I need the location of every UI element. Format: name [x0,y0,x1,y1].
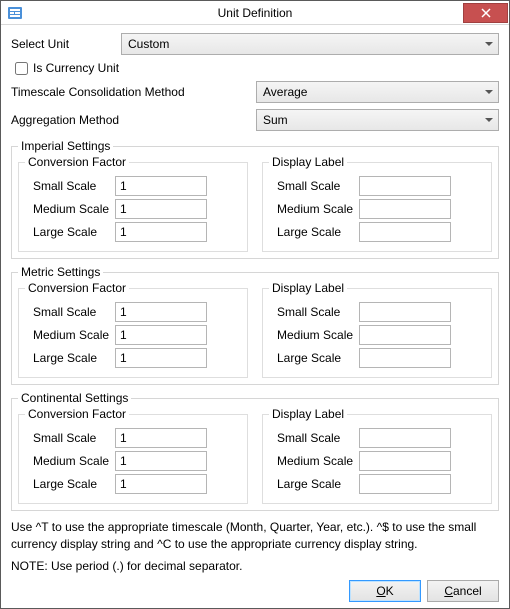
small-scale-label: Small Scale [25,179,115,193]
client-area: Select Unit Custom Is Currency Unit Time… [1,25,509,608]
metric-dl-large-input[interactable] [359,348,451,368]
imperial-dl-large-input[interactable] [359,222,451,242]
imperial-dl-small-input[interactable] [359,176,451,196]
unit-definition-dialog: Unit Definition Select Unit Custom Is Cu… [0,0,510,609]
aggregation-method-label: Aggregation Method [11,113,256,127]
large-scale-label: Large Scale [269,351,359,365]
titlebar: Unit Definition [1,1,509,25]
continental-dl-small-input[interactable] [359,428,451,448]
small-scale-label: Small Scale [269,179,359,193]
footer-note-2: NOTE: Use period (.) for decimal separat… [11,558,499,574]
medium-scale-label: Medium Scale [25,454,115,468]
display-label-legend: Display Label [269,281,347,295]
imperial-cf-small-input[interactable] [115,176,207,196]
metric-settings-group: Metric Settings Conversion Factor Small … [11,265,499,385]
select-unit-dropdown[interactable]: Custom [121,33,499,55]
continental-cf-small-input[interactable] [115,428,207,448]
ok-button[interactable]: OK [349,580,421,602]
imperial-settings-group: Imperial Settings Conversion Factor Smal… [11,139,499,259]
aggregation-method-dropdown[interactable]: Sum [256,109,499,131]
app-icon [7,5,23,21]
imperial-conversion-factor-group: Conversion Factor Small Scale Medium Sca… [18,155,248,252]
small-scale-label: Small Scale [25,431,115,445]
display-label-legend: Display Label [269,155,347,169]
large-scale-label: Large Scale [25,477,115,491]
is-currency-checkbox-wrap[interactable]: Is Currency Unit [15,61,499,75]
metric-display-label-group: Display Label Small Scale Medium Scale L… [262,281,492,378]
select-unit-label: Select Unit [11,37,121,51]
small-scale-label: Small Scale [25,305,115,319]
cancel-button[interactable]: Cancel [427,580,499,602]
is-currency-checkbox[interactable] [15,62,28,75]
medium-scale-label: Medium Scale [25,202,115,216]
continental-conversion-factor-group: Conversion Factor Small Scale Medium Sca… [18,407,248,504]
medium-scale-label: Medium Scale [25,328,115,342]
close-icon [481,8,491,18]
continental-cf-medium-input[interactable] [115,451,207,471]
metric-conversion-factor-group: Conversion Factor Small Scale Medium Sca… [18,281,248,378]
conversion-factor-legend: Conversion Factor [25,155,129,169]
window-title: Unit Definition [1,6,509,20]
metric-cf-small-input[interactable] [115,302,207,322]
continental-dl-large-input[interactable] [359,474,451,494]
metric-cf-medium-input[interactable] [115,325,207,345]
metric-dl-small-input[interactable] [359,302,451,322]
medium-scale-label: Medium Scale [269,202,359,216]
continental-settings-legend: Continental Settings [18,391,131,405]
imperial-display-label-group: Display Label Small Scale Medium Scale L… [262,155,492,252]
display-label-legend: Display Label [269,407,347,421]
continental-cf-large-input[interactable] [115,474,207,494]
small-scale-label: Small Scale [269,431,359,445]
imperial-cf-large-input[interactable] [115,222,207,242]
continental-settings-group: Continental Settings Conversion Factor S… [11,391,499,511]
conversion-factor-legend: Conversion Factor [25,281,129,295]
imperial-dl-medium-input[interactable] [359,199,451,219]
large-scale-label: Large Scale [269,477,359,491]
timescale-method-dropdown[interactable]: Average [256,81,499,103]
medium-scale-label: Medium Scale [269,328,359,342]
large-scale-label: Large Scale [25,351,115,365]
footer-note-1: Use ^T to use the appropriate timescale … [11,519,499,551]
metric-settings-legend: Metric Settings [18,265,103,279]
small-scale-label: Small Scale [269,305,359,319]
continental-display-label-group: Display Label Small Scale Medium Scale L… [262,407,492,504]
conversion-factor-legend: Conversion Factor [25,407,129,421]
is-currency-label: Is Currency Unit [33,61,119,75]
timescale-method-label: Timescale Consolidation Method [11,85,256,99]
metric-cf-large-input[interactable] [115,348,207,368]
large-scale-label: Large Scale [269,225,359,239]
imperial-cf-medium-input[interactable] [115,199,207,219]
medium-scale-label: Medium Scale [269,454,359,468]
large-scale-label: Large Scale [25,225,115,239]
imperial-settings-legend: Imperial Settings [18,139,113,153]
continental-dl-medium-input[interactable] [359,451,451,471]
close-button[interactable] [463,3,508,23]
metric-dl-medium-input[interactable] [359,325,451,345]
